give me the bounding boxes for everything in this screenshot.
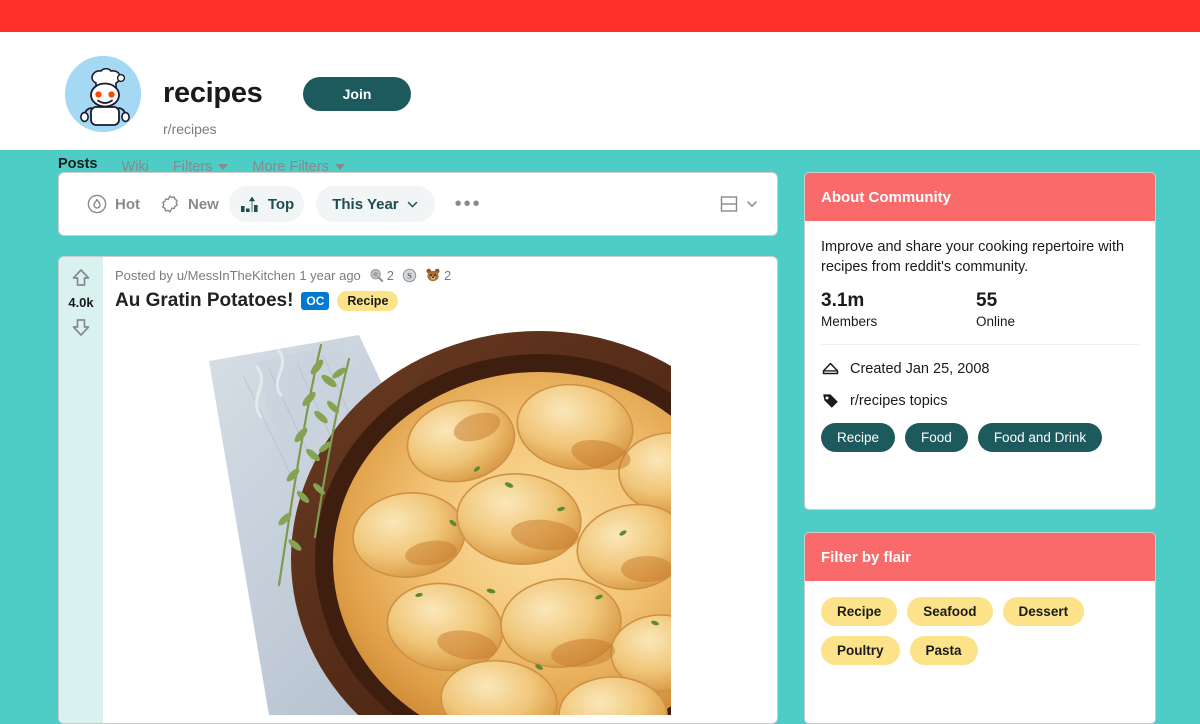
members-value: 3.1m xyxy=(821,290,865,311)
flair-pill-list: Recipe Seafood Dessert Poultry Pasta xyxy=(821,597,1139,665)
join-button[interactable]: Join xyxy=(303,77,411,111)
post-sort-bar: Hot New Top This Year ••• xyxy=(58,172,778,236)
silver-s-award-icon: S xyxy=(402,268,417,282)
sort-overflow-button[interactable]: ••• xyxy=(449,191,488,217)
post-card[interactable]: 4.0k Posted by u/MessInTheKitchen 1 year… xyxy=(58,256,778,724)
view-mode-dropdown[interactable] xyxy=(719,194,759,214)
post-flair-badge[interactable]: Recipe xyxy=(337,291,399,311)
award-silver-medal[interactable]: 2 xyxy=(369,268,394,283)
award-silver-s[interactable]: S xyxy=(402,268,417,283)
flair-pill-dessert[interactable]: Dessert xyxy=(1002,597,1085,626)
flair-pill-poultry[interactable]: Poultry xyxy=(821,636,900,665)
downvote-arrow-icon[interactable] xyxy=(70,316,92,338)
vote-column: 4.0k xyxy=(59,257,103,723)
svg-text:S: S xyxy=(407,270,412,280)
post-metadata: Posted by u/MessInTheKitchen 1 year ago … xyxy=(115,267,765,283)
oc-badge: OC xyxy=(301,292,330,310)
online-label: Online xyxy=(976,314,1016,329)
flair-pill-seafood[interactable]: Seafood xyxy=(907,597,993,626)
online-value: 55 xyxy=(976,290,998,311)
post-score: 4.0k xyxy=(68,295,94,310)
sort-period-label: This Year xyxy=(332,195,399,213)
about-community-description: Improve and share your cooking repertoir… xyxy=(821,239,1125,275)
post-posted-by-label: Posted by xyxy=(115,267,173,283)
post-author-link[interactable]: u/MessInTheKitchen xyxy=(177,268,296,283)
subreddit-handle: r/recipes xyxy=(163,121,217,137)
tag-icon xyxy=(823,394,838,408)
post-age: 1 year ago xyxy=(299,267,361,283)
post-body: Posted by u/MessInTheKitchen 1 year ago … xyxy=(103,257,777,723)
about-community-body: Improve and share your cooking repertoir… xyxy=(805,221,1155,468)
about-community-heading: About Community xyxy=(805,173,1155,221)
award-count: 2 xyxy=(444,267,452,283)
sort-new-button[interactable]: New xyxy=(150,186,229,222)
post-image-container xyxy=(115,323,765,715)
online-stat: 55 Online xyxy=(976,290,1131,329)
flair-pill-recipe[interactable]: Recipe xyxy=(821,597,898,626)
subreddit-title: recipes xyxy=(163,77,263,109)
sort-period-dropdown[interactable]: This Year xyxy=(316,186,435,222)
filter-by-flair-card: Filter by flair Recipe Seafood Dessert P… xyxy=(804,532,1156,724)
bear-award-icon xyxy=(426,268,440,282)
award-bear[interactable]: 2 xyxy=(425,267,451,283)
sort-top-label: Top xyxy=(267,195,295,213)
bar-chart-up-icon xyxy=(240,196,258,212)
community-stats: 3.1m Members 55 Online xyxy=(821,290,1139,329)
sort-new-label: New xyxy=(188,195,219,213)
post-title-row: Au Gratin Potatoes! OC Recipe xyxy=(115,290,765,312)
members-stat: 3.1m Members xyxy=(821,290,976,329)
chevron-down-icon xyxy=(407,201,417,208)
top-banner xyxy=(0,0,1200,32)
post-image[interactable] xyxy=(209,323,671,715)
about-community-card: About Community Improve and share your c… xyxy=(804,172,1156,510)
flame-icon xyxy=(87,194,107,214)
topic-pill-list: Recipe Food Food and Drink xyxy=(821,423,1139,452)
flair-pill-pasta[interactable]: Pasta xyxy=(909,636,978,665)
silver-award-icon xyxy=(370,268,383,282)
upvote-arrow-icon[interactable] xyxy=(70,267,92,289)
topic-pill-recipe[interactable]: Recipe xyxy=(821,423,896,452)
topic-pill-food-and-drink[interactable]: Food and Drink xyxy=(977,423,1103,452)
filter-by-flair-heading: Filter by flair xyxy=(805,533,1155,581)
topics-label: r/recipes topics xyxy=(850,392,948,409)
snoo-chef-avatar-icon xyxy=(63,54,143,134)
sort-hot-button[interactable]: Hot xyxy=(77,186,150,222)
card-view-icon xyxy=(720,196,738,212)
subreddit-header: recipes Join r/recipes Posts Wiki Filter… xyxy=(0,32,1200,180)
post-title[interactable]: Au Gratin Potatoes! xyxy=(115,290,293,312)
award-count: 2 xyxy=(386,267,395,283)
sort-hot-label: Hot xyxy=(115,195,140,213)
main-content: Hot New Top This Year ••• 4.0k Posted by… xyxy=(0,150,1200,724)
sort-top-button[interactable]: Top xyxy=(228,186,305,222)
about-divider xyxy=(821,344,1139,345)
chevron-down-icon xyxy=(747,201,757,208)
created-date-label: Created Jan 25, 2008 xyxy=(850,360,990,377)
topic-pill-food[interactable]: Food xyxy=(905,423,968,452)
topics-row: r/recipes topics xyxy=(821,391,1139,410)
members-label: Members xyxy=(821,314,878,329)
starburst-icon xyxy=(162,195,178,213)
created-date-row: Created Jan 25, 2008 xyxy=(821,359,1139,378)
cake-slice-icon xyxy=(822,362,839,375)
filter-by-flair-body: Recipe Seafood Dessert Poultry Pasta xyxy=(805,581,1155,681)
